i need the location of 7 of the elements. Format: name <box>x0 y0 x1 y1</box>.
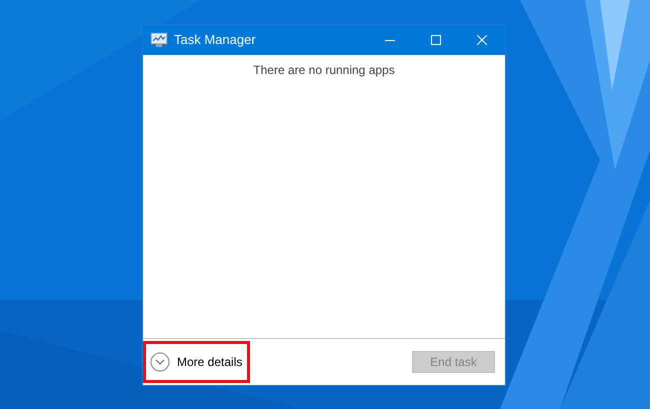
empty-message: There are no running apps <box>253 62 395 79</box>
window-title: Task Manager <box>174 31 257 50</box>
close-icon <box>477 35 487 45</box>
monitor-chart-icon <box>150 32 168 48</box>
more-details-toggle[interactable]: More details <box>150 352 242 372</box>
chevron-down-icon <box>150 352 170 372</box>
maximize-icon <box>431 35 441 45</box>
